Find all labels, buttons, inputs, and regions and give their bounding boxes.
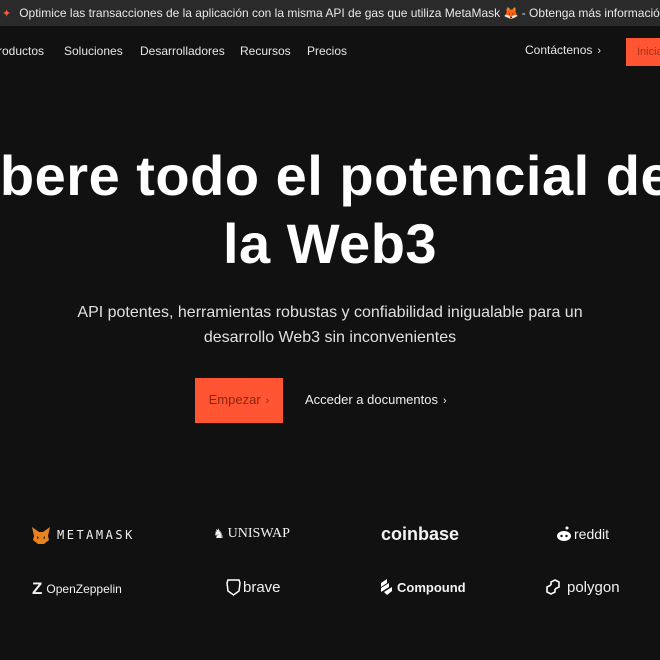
main-nav: roductos Soluciones Desarrolladores Recu…	[0, 27, 660, 73]
logo-reddit: reddit	[556, 526, 609, 542]
unicorn-icon: ♞	[213, 526, 225, 541]
reddit-icon	[557, 526, 571, 541]
logo-metamask: METAMASK	[31, 525, 135, 545]
docs-link[interactable]: Acceder a documentos ›	[305, 392, 447, 407]
chevron-right-icon: ›	[597, 45, 602, 57]
logo-compound: Compound	[380, 578, 466, 596]
contact-label: Contáctenos	[525, 43, 593, 57]
lion-icon	[226, 579, 241, 596]
announcement-banner[interactable]: ✦ Optimice las transacciones de la aplic…	[0, 0, 660, 26]
start-button[interactable]: Inicia	[626, 38, 660, 66]
logo-text: Compound	[397, 579, 466, 595]
compound-icon	[381, 579, 392, 595]
hero-title-line2: la Web3	[222, 212, 438, 275]
logo-polygon: polygon	[543, 578, 620, 596]
logo-openzeppelin: Z OpenZeppelin	[32, 579, 122, 599]
nav-desarrolladores[interactable]: Desarrolladores	[140, 44, 225, 58]
hero-title-line1: ibere todo el potencial de	[0, 144, 660, 207]
logo-text: reddit	[574, 526, 610, 542]
docs-label: Acceder a documentos	[305, 392, 438, 407]
fox-icon	[32, 527, 50, 544]
logo-coinbase: coinbase	[381, 524, 459, 545]
logo-text: brave	[243, 578, 281, 596]
logo-text: coinbase	[381, 524, 460, 544]
logo-uniswap: ♞ UNISWAP	[213, 526, 290, 542]
logo-text: OpenZeppelin	[46, 582, 122, 596]
nav-productos[interactable]: roductos	[0, 44, 44, 58]
rocket-icon: ✦	[2, 7, 12, 20]
get-started-label: Empezar	[208, 392, 261, 407]
logo-text: UNISWAP	[227, 526, 290, 541]
subtitle-line2: desarrollo Web3 sin inconvenientes	[203, 329, 457, 346]
logo-brave: brave	[226, 578, 281, 596]
subtitle-line1: API potentes, herramientas robustas y co…	[77, 304, 583, 321]
banner-text[interactable]: Optimice las transacciones de la aplicac…	[19, 6, 660, 20]
get-started-button[interactable]: Empezar ›	[195, 378, 283, 423]
nav-precios[interactable]: Precios	[307, 44, 347, 58]
logo-text: polygon	[567, 578, 620, 596]
hero-subtitle: API potentes, herramientas robustas y co…	[0, 300, 660, 350]
chevron-right-icon: ›	[442, 395, 447, 407]
polygon-icon	[546, 579, 560, 595]
z-icon: Z	[32, 579, 43, 598]
hero-title: ibere todo el potencial de la Web3	[0, 142, 660, 278]
nav-recursos[interactable]: Recursos	[240, 44, 291, 58]
logo-text: METAMASK	[57, 528, 135, 542]
nav-soluciones[interactable]: Soluciones	[64, 44, 123, 58]
chevron-right-icon: ›	[265, 395, 270, 407]
contact-link[interactable]: Contáctenos ›	[525, 43, 601, 57]
